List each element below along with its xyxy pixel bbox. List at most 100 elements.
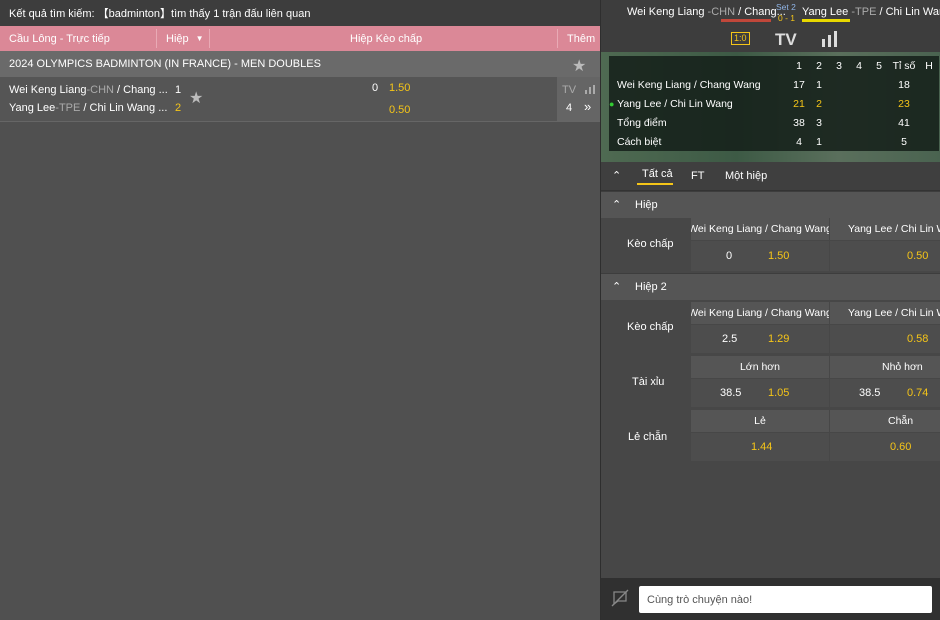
set-score: 0 - 1 (778, 13, 796, 23)
handicap-line: 0 (726, 250, 733, 262)
scoreboard-header-row: 1 2 3 4 5 Tỉ số H (609, 56, 939, 75)
home-color-bar (721, 19, 771, 22)
handicap-line: 2.5 (722, 333, 738, 345)
scoreboard-table: 1 2 3 4 5 Tỉ số H Wei Keng Liang / Chang… (609, 56, 939, 151)
over-header: Lớn hơn (691, 356, 829, 378)
media-toolbar: 1:0 TV (601, 26, 940, 52)
odds-cell[interactable]: 0 1.50 (691, 241, 829, 271)
collapse-icon[interactable]: ⌃ (612, 198, 621, 211)
more-label: Thêm (567, 32, 596, 45)
expand-arrow-icon[interactable]: » (584, 99, 591, 114)
team1-score: 1 (175, 84, 182, 96)
market-label: Kèo chấp (627, 238, 674, 250)
set2-score: 3 (816, 116, 822, 129)
period2-markets: Kèo chấp Wei Keng Liang / Chang Wang Yan… (601, 300, 940, 465)
set3-score (829, 132, 849, 151)
match-row[interactable]: Wei Keng Liang-CHN / Chang ... Yang Lee-… (0, 77, 601, 122)
set4-score (849, 75, 869, 94)
scoreboard-icon[interactable]: 1:0 (731, 32, 750, 45)
team1-header: Wei Keng Liang / Chang Wang (691, 302, 829, 324)
away-country: -TPE (848, 6, 877, 18)
total-header: Tỉ số (892, 59, 916, 72)
home-name: Wei Keng Liang (627, 6, 705, 18)
set1-score: 38 (793, 116, 805, 129)
under-header: Nhỏ hơn (830, 356, 940, 378)
chevron-down-icon: ▼ (195, 34, 204, 43)
odds-cell[interactable]: 0.50 (830, 241, 940, 271)
odds-cell[interactable]: 0.60 (830, 433, 940, 461)
favorite-star-icon[interactable]: ★ (572, 56, 586, 76)
scoreboard-row: Wei Keng Liang / Chang Wang 17 1 18 (609, 75, 939, 94)
even-header: Chẵn (830, 410, 940, 432)
odds-cell[interactable]: 2.5 1.29 (691, 325, 829, 353)
row-name: Wei Keng Liang / Chang Wang (617, 78, 761, 91)
stats-icon[interactable] (585, 85, 595, 94)
handicap-line: 0 (372, 82, 379, 94)
odds-cell[interactable]: 0.58 (830, 325, 940, 353)
section-title: Hiệp 2 (635, 281, 667, 293)
set4-score (849, 132, 869, 151)
scoreboard-row: ● Yang Lee / Chi Lin Wang 21 2 23 (609, 94, 939, 113)
total-score: 18 (898, 78, 910, 91)
league-row[interactable]: 2024 OLYMPICS BADMINTON (IN FRANCE) - ME… (0, 51, 601, 77)
set5-score (869, 75, 889, 94)
live-scoreboard: 1 2 3 4 5 Tỉ số H Wei Keng Liang / Chang… (601, 52, 940, 162)
odds-value: 0.60 (890, 441, 912, 453)
tv-label[interactable]: TV (562, 84, 576, 96)
server-dot-icon: ● (609, 98, 615, 109)
total-score: 41 (898, 116, 910, 129)
team2-line[interactable]: Yang Lee-TPE / Chi Lin Wang ... (9, 102, 167, 114)
section-header[interactable]: ⌃ Hiệp 2 (601, 273, 940, 300)
team1-country: -CHN (86, 84, 114, 96)
collapse-icon[interactable]: ⌃ (612, 280, 621, 293)
team1-header: Wei Keng Liang / Chang Wang (691, 218, 829, 240)
odd-header: Lẻ (691, 410, 829, 432)
away-name: Yang Lee (802, 6, 849, 18)
home-country: -CHN (704, 6, 736, 18)
tab-ft[interactable]: FT (691, 170, 704, 182)
tab-one-half[interactable]: Một hiệp (725, 170, 767, 182)
chat-disabled-icon[interactable] (610, 588, 630, 608)
market-tabs: ⌃ Tất cả FT Một hiệp (601, 162, 940, 191)
chat-bar: Cùng trò chuyện nào! (601, 578, 940, 620)
collapse-all-icon[interactable]: ⌃ (612, 169, 621, 182)
team2-score: 2 (175, 102, 182, 114)
set1-header: 1 (796, 59, 802, 72)
team2-header: Yang Lee / Chi Lin Wang (830, 302, 940, 324)
chat-input[interactable]: Cùng trò chuyện nào! (639, 586, 932, 613)
team2-name: Yang Lee (9, 102, 56, 114)
header-divider (209, 29, 210, 48)
row-name: Cách biệt (617, 135, 662, 148)
odds-cell[interactable]: 38.5 1.05 (691, 379, 829, 407)
tab-all[interactable]: Tất cả (642, 168, 673, 180)
period-dropdown[interactable]: Hiệp ▼ (166, 26, 204, 51)
scoreboard-row: Tổng điểm 38 3 41 (609, 113, 939, 132)
favorite-star-icon[interactable]: ★ (189, 88, 203, 108)
stats-icon[interactable] (822, 31, 839, 47)
tv-button[interactable]: TV (775, 30, 797, 50)
set4-header: 4 (856, 59, 862, 72)
section-header[interactable]: ⌃ Hiệp (601, 191, 940, 218)
odds-value: 1.05 (768, 387, 790, 399)
handicap-odds-team1[interactable]: 1.50 (389, 82, 410, 94)
market-label: Kèo chấp (627, 321, 674, 333)
market-label: Hiệp Kèo chấp (350, 32, 423, 45)
set1-score: 4 (796, 135, 802, 148)
set2-score: 2 (816, 97, 822, 110)
odds-cell[interactable]: 38.5 0.74 (830, 379, 940, 407)
market-label: Lẻ chẵn (628, 431, 668, 443)
away-team: Yang Lee -TPE / Chi Lin Wang... (802, 6, 940, 18)
sport-label[interactable]: Cầu Lông - Trực tiếp (9, 26, 110, 51)
odds-cell[interactable]: 1.44 (691, 433, 829, 461)
team1-line[interactable]: Wei Keng Liang-CHN / Chang ... (9, 84, 168, 96)
more-markets-count[interactable]: 4 (566, 102, 572, 114)
set3-score (829, 75, 849, 94)
set4-score (849, 94, 869, 113)
scoreboard-row: Cách biệt 4 1 5 (609, 132, 939, 151)
header-divider (557, 29, 558, 48)
h-header: H (925, 59, 933, 72)
set3-score (829, 113, 849, 132)
total-line: 38.5 (859, 387, 881, 399)
odds-value: 0.58 (907, 333, 929, 345)
handicap-odds-team2[interactable]: 0.50 (389, 104, 410, 116)
